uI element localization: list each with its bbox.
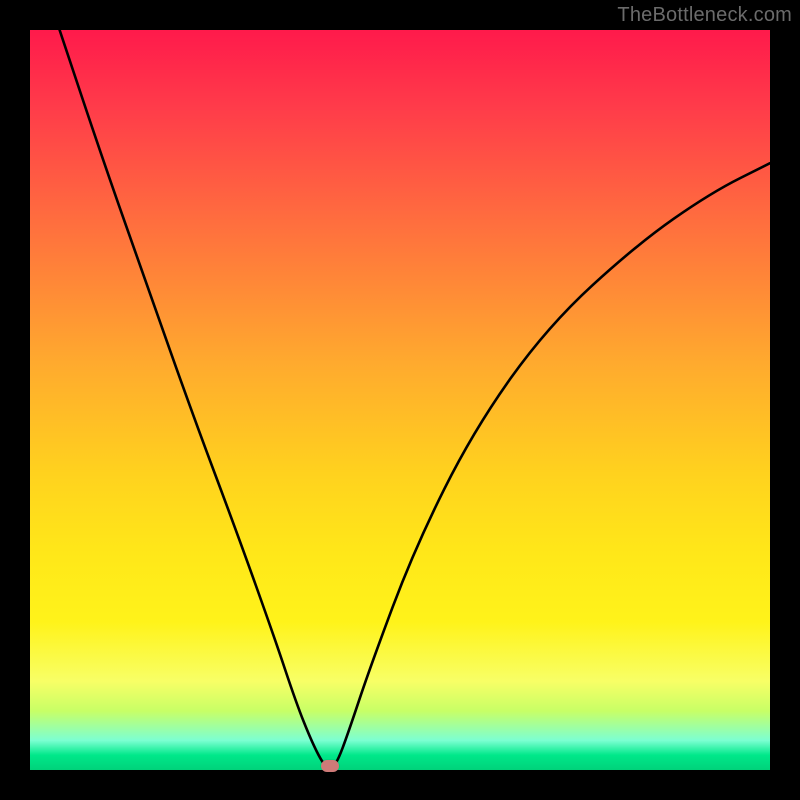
watermark-text: TheBottleneck.com <box>617 4 792 27</box>
optimum-marker <box>321 760 339 772</box>
curve-svg <box>30 30 770 770</box>
chart-frame: TheBottleneck.com <box>0 0 800 800</box>
plot-area <box>30 30 770 770</box>
bottleneck-curve <box>60 30 770 768</box>
